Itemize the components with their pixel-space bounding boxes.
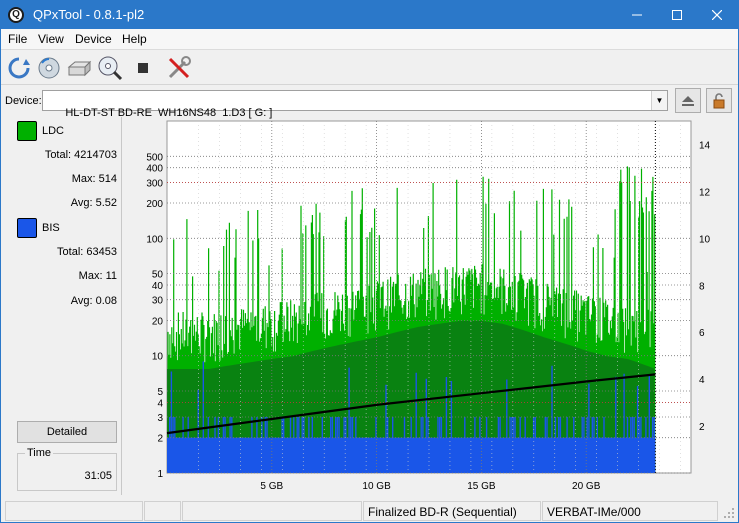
y-right-tick-label: 10 <box>699 234 711 245</box>
bis-total-value: 63453 <box>86 246 117 258</box>
ldc-avg-value: 5.52 <box>95 197 117 209</box>
menu-help[interactable]: Help <box>122 32 147 46</box>
ldc-max-value: 514 <box>98 173 117 185</box>
y-left-tick-label: 400 <box>146 164 163 175</box>
window-title: QPxTool - 0.8.1-pl2 <box>33 7 145 22</box>
refresh-icon <box>8 57 30 79</box>
time-value: 31:05 <box>84 470 112 482</box>
tools-icon <box>168 56 191 79</box>
ldc-avg: Avg: 5.52 <box>17 197 117 209</box>
y-right-tick-label: 6 <box>699 328 705 339</box>
ldc-label: LDC <box>42 125 65 137</box>
maximize-icon <box>672 10 682 20</box>
menu-device[interactable]: Device <box>75 32 112 46</box>
drive-info-button[interactable] <box>65 54 93 82</box>
y-right-tick-label: 12 <box>699 187 711 198</box>
status-bar: Finalized BD-R (Sequential) VERBAT-IMe/0… <box>1 499 738 522</box>
stop-button[interactable] <box>129 54 157 82</box>
toolbar <box>1 51 738 85</box>
y-left-tick-label: 10 <box>152 352 164 363</box>
bis-total-label: Total: <box>57 246 84 258</box>
close-button[interactable] <box>697 1 737 29</box>
y-left-tick-label: 30 <box>152 296 164 307</box>
refresh-button[interactable] <box>5 54 33 82</box>
x-tick-label: 10 GB <box>362 481 391 492</box>
ldc-max-label: Max: <box>71 173 96 185</box>
magnifier-disc-icon <box>98 56 123 81</box>
bis-avg-label: Avg: <box>70 295 93 307</box>
y-left-tick-label: 40 <box>152 281 164 292</box>
disc-icon <box>38 57 60 79</box>
time-group: Time 31:05 <box>17 447 117 491</box>
y-left-tick-label: 3 <box>157 413 163 424</box>
bis-label: BIS <box>42 222 60 234</box>
disc-info-button[interactable] <box>35 54 63 82</box>
y-left-tick-label: 300 <box>146 178 163 189</box>
ldc-max: Max: 514 <box>17 173 117 185</box>
y-right-tick-label: 14 <box>699 140 711 151</box>
maximize-button[interactable] <box>657 1 697 29</box>
menu-view[interactable]: View <box>38 32 64 46</box>
y-left-tick-label: 500 <box>146 152 163 163</box>
status-media-id: VERBAT-IMe/000 <box>542 501 718 521</box>
y-left-tick-label: 100 <box>146 234 163 245</box>
ldc-color-swatch <box>17 121 37 141</box>
app-window: Q QPxTool - 0.8.1-pl2 File View Device H… <box>0 0 739 523</box>
ldc-total-label: Total: <box>44 149 72 161</box>
bis-max: Max: 11 <box>17 270 117 282</box>
ldc-total: Total: 4214703 <box>17 149 117 161</box>
minimize-button[interactable] <box>617 1 657 29</box>
y-left-tick-label: 200 <box>146 199 163 210</box>
eject-button[interactable] <box>675 88 701 113</box>
menu-file[interactable]: File <box>8 32 27 46</box>
y-right-tick-label: 4 <box>699 375 705 386</box>
eject-icon <box>682 95 694 106</box>
y-right-tick-label: 2 <box>699 422 705 433</box>
minimize-icon <box>632 14 642 16</box>
y-left-tick-label: 1 <box>157 469 163 480</box>
lock-icon <box>713 92 725 108</box>
stop-icon <box>138 63 148 73</box>
close-icon <box>712 10 722 20</box>
resize-grip-icon[interactable] <box>723 507 735 519</box>
x-tick-label: 20 GB <box>572 481 601 492</box>
drive-icon <box>67 60 92 77</box>
x-tick-label: 5 GB <box>260 481 283 492</box>
menu-bar: File View Device Help <box>1 29 738 50</box>
scan-button[interactable] <box>96 54 124 82</box>
bis-total: Total: 63453 <box>17 246 117 258</box>
status-cell-2 <box>144 501 181 521</box>
y-left-tick-label: 50 <box>152 270 164 281</box>
device-label: Device: <box>5 95 42 107</box>
lock-button[interactable] <box>706 88 732 113</box>
time-label: Time <box>25 447 54 459</box>
device-select[interactable]: HL-DT-ST BD-RE WH16NS48 1.D3 [ G: ] ▼ <box>42 90 668 119</box>
app-logo-icon: Q <box>8 7 24 23</box>
bis-color-swatch <box>17 218 37 238</box>
status-cell-blank <box>182 501 362 521</box>
ldc-total-value: 4214703 <box>74 149 117 161</box>
title-bar[interactable]: Q QPxTool - 0.8.1-pl2 <box>1 1 738 29</box>
chevron-down-icon[interactable]: ▼ <box>651 91 667 110</box>
detailed-button[interactable]: Detailed <box>17 421 117 443</box>
device-row: Device: HL-DT-ST BD-RE WH16NS48 1.D3 [ G… <box>1 87 738 119</box>
bis-avg: Avg: 0.08 <box>17 295 117 307</box>
status-disc-type: Finalized BD-R (Sequential) <box>363 501 541 521</box>
ldc-bis-chart: 5 GB 10 GB 15 GB 20 GB123451020304050100200… <box>146 120 711 492</box>
y-left-tick-label: 4 <box>157 398 163 409</box>
bis-avg-value: 0.08 <box>95 295 117 307</box>
x-tick-label: 15 GB <box>467 481 496 492</box>
bis-area <box>167 437 656 473</box>
y-left-tick-label: 2 <box>157 434 163 445</box>
chart-area: 5 GB 10 GB 15 GB 20 GB 1 2 3 4 5 10 20 30 40 50 100 200… <box>127 117 739 497</box>
y-right-tick-label: 8 <box>699 281 705 292</box>
ldc-avg-label: Avg: <box>70 197 93 209</box>
bis-max-label: Max: <box>78 270 103 282</box>
bis-max-value: 11 <box>105 270 117 282</box>
y-left-tick-label: 20 <box>152 316 164 327</box>
y-left-tick-label: 5 <box>157 387 163 398</box>
status-cell-1 <box>5 501 143 521</box>
settings-button[interactable] <box>165 54 193 82</box>
